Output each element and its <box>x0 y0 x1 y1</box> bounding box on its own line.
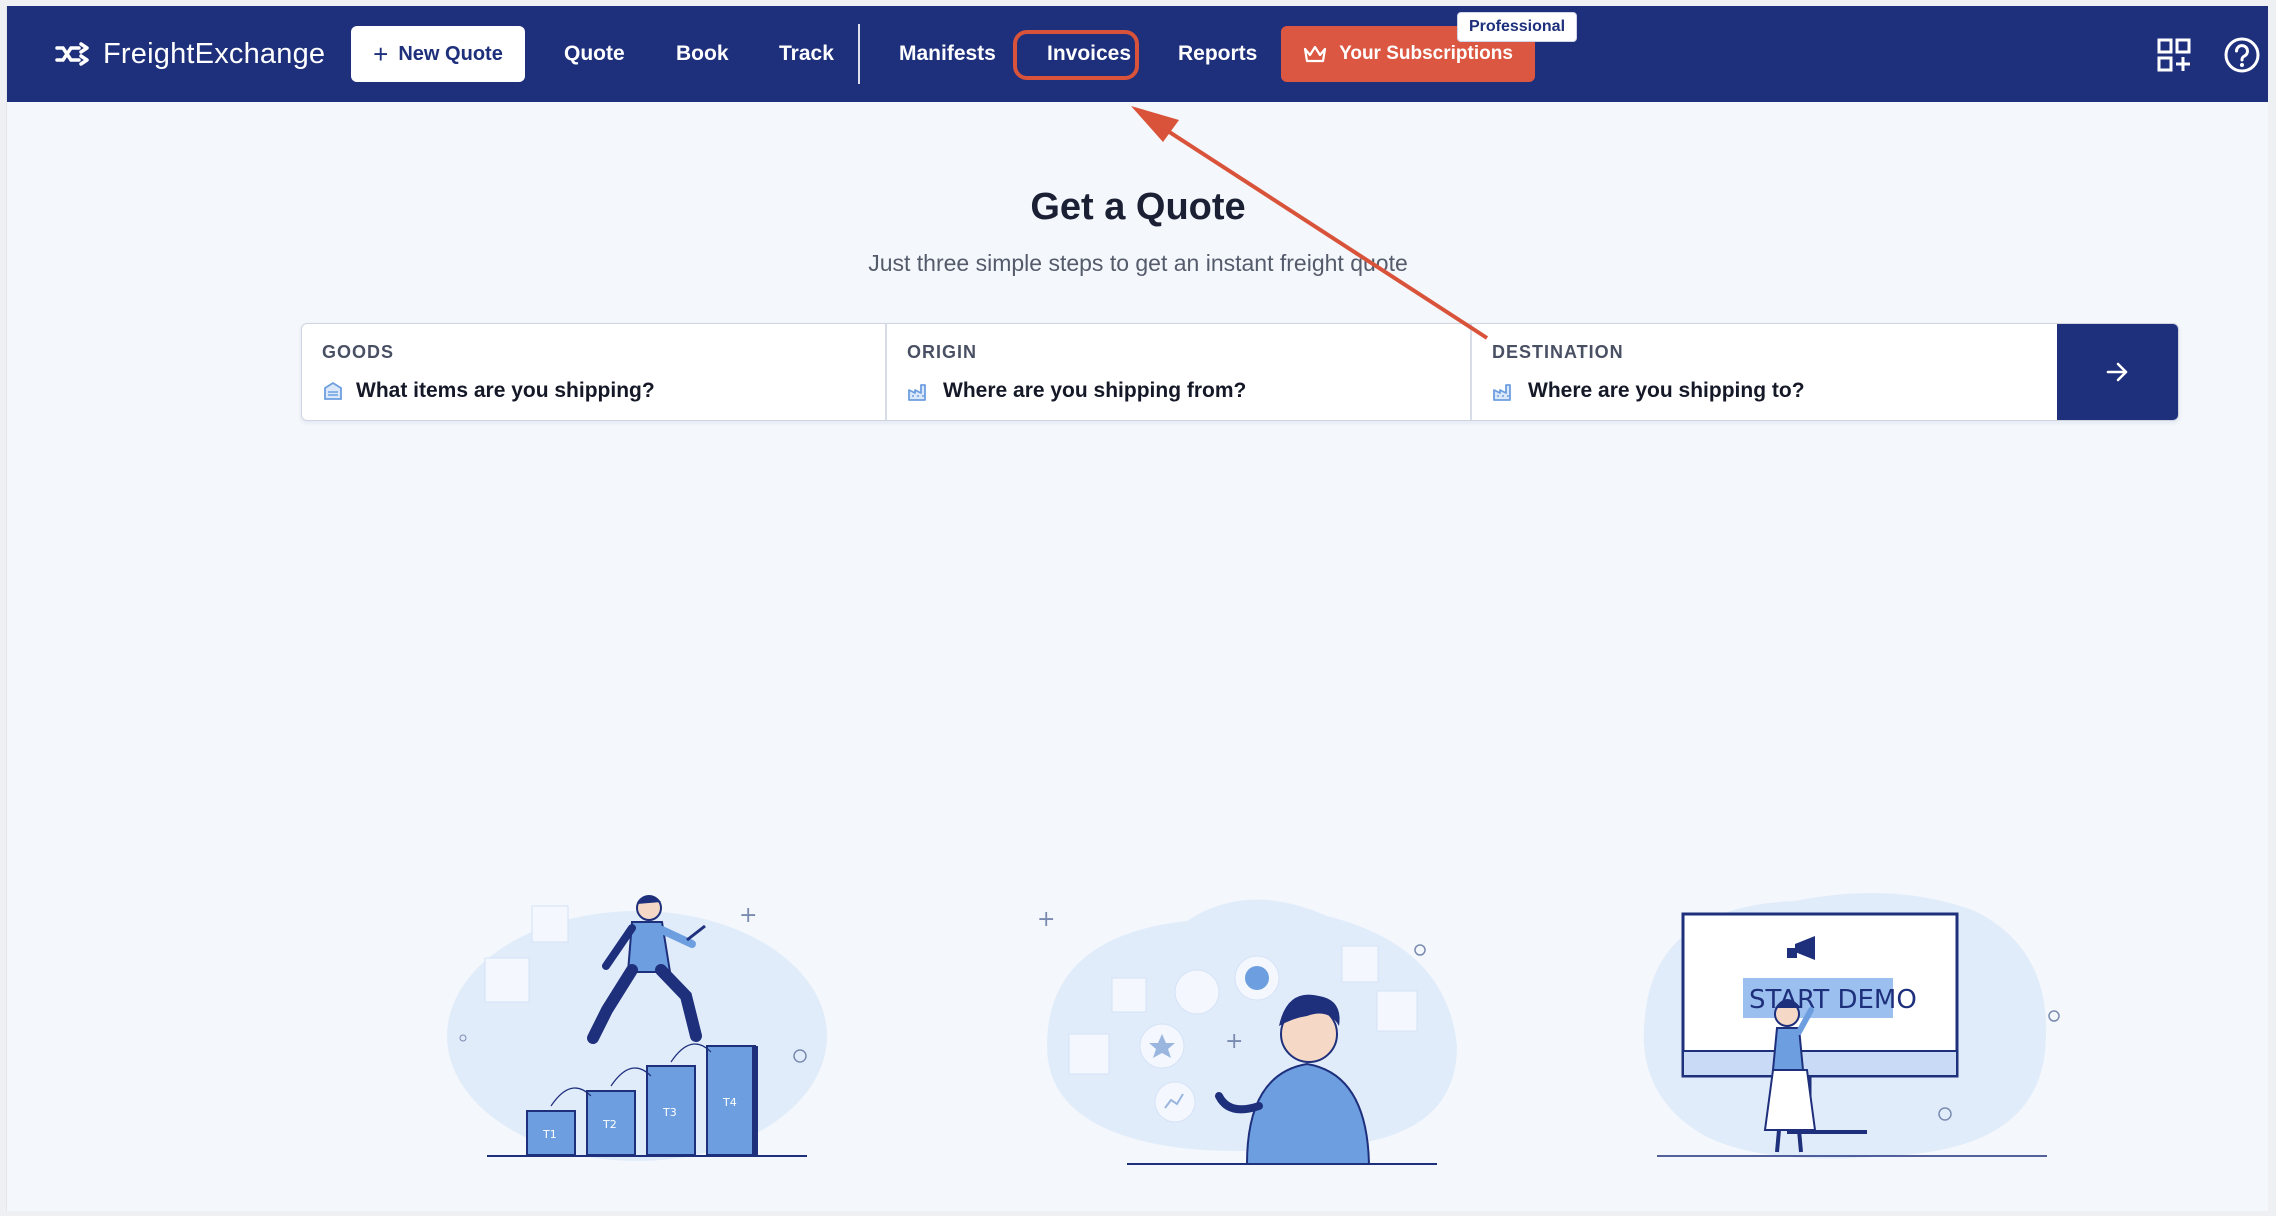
step-bar-label: T4 <box>722 1096 737 1109</box>
nav-book[interactable]: Book <box>676 34 729 74</box>
apps-grid-icon[interactable] <box>2155 36 2193 74</box>
svg-text:+: + <box>739 903 757 928</box>
crown-icon <box>1303 45 1327 63</box>
nav-reports[interactable]: Reports <box>1178 34 1257 74</box>
start-demo-illustration: START DEMO <box>1643 893 2060 1159</box>
goods-placeholder: What items are you shipping? <box>356 379 655 402</box>
quote-form: GOODS What items are you shipping? ORIGI… <box>301 323 2179 421</box>
subscriptions-label: Your Subscriptions <box>1339 43 1513 64</box>
thinking-person-illustration: + + <box>1037 899 1457 1165</box>
factory-icon <box>908 384 926 401</box>
steps-illustration: + T1 T2 T3 T4 <box>447 895 827 1161</box>
step-bar-label: T2 <box>602 1118 617 1131</box>
step-bar-label: T3 <box>662 1106 677 1119</box>
goods-field[interactable]: GOODS What items are you shipping? <box>302 324 887 420</box>
nav-divider <box>858 24 860 84</box>
nav-manifests[interactable]: Manifests <box>899 34 996 74</box>
logo-text: FreightExchange <box>103 37 326 70</box>
svg-text:+: + <box>1225 1029 1243 1054</box>
logo[interactable]: FreightExchange <box>55 36 325 72</box>
box-icon <box>324 381 342 400</box>
origin-placeholder: Where are you shipping from? <box>943 379 1247 402</box>
destination-label: DESTINATION <box>1492 342 1624 362</box>
plan-badge: Professional <box>1457 12 1577 42</box>
page-title: Get a Quote <box>1030 186 1246 228</box>
origin-field[interactable]: ORIGIN Where are you shipping from? <box>887 324 1472 420</box>
step-bar-label: T1 <box>542 1128 557 1141</box>
nav-quote[interactable]: Quote <box>564 34 625 74</box>
arrow-right-icon <box>2106 362 2127 382</box>
start-demo-label: START DEMO <box>1749 985 1917 1015</box>
origin-label: ORIGIN <box>907 342 978 362</box>
svg-text:+: + <box>1037 907 1055 932</box>
goods-label: GOODS <box>322 342 395 362</box>
nav-invoices[interactable]: Invoices <box>1047 34 1131 74</box>
shuffle-logo-icon <box>55 42 89 66</box>
new-quote-label: New Quote <box>398 42 503 65</box>
nav-track[interactable]: Track <box>779 34 834 74</box>
destination-field[interactable]: DESTINATION Where are you shipping to? <box>1472 324 2057 420</box>
top-navbar: FreightExchange + New Quote Quote Book T… <box>7 6 2268 102</box>
help-icon[interactable] <box>2223 36 2261 74</box>
factory-icon <box>1493 384 1511 401</box>
page-subtitle: Just three simple steps to get an instan… <box>868 250 1408 276</box>
plus-icon: + <box>373 39 389 69</box>
new-quote-button[interactable]: + New Quote <box>351 26 525 82</box>
app-frame: FreightExchange + New Quote Quote Book T… <box>6 6 2268 1211</box>
get-quote-submit-button[interactable] <box>2057 324 2178 420</box>
destination-placeholder: Where are you shipping to? <box>1528 379 1805 402</box>
